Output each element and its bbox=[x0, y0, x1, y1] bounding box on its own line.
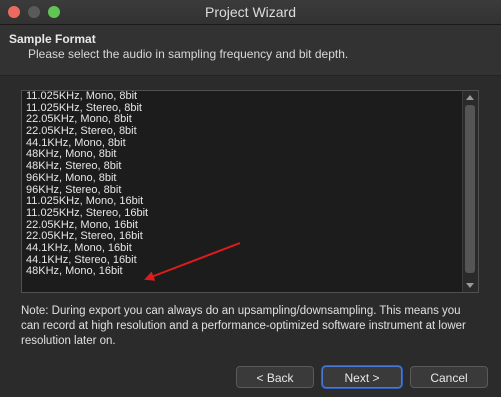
project-wizard-window: Project Wizard Sample Format Please sele… bbox=[0, 0, 501, 397]
cancel-button[interactable]: Cancel bbox=[410, 366, 488, 388]
next-button[interactable]: Next > bbox=[322, 366, 402, 388]
back-button[interactable]: < Back bbox=[236, 366, 314, 388]
wizard-note: Note: During export you can always do an… bbox=[21, 305, 466, 347]
